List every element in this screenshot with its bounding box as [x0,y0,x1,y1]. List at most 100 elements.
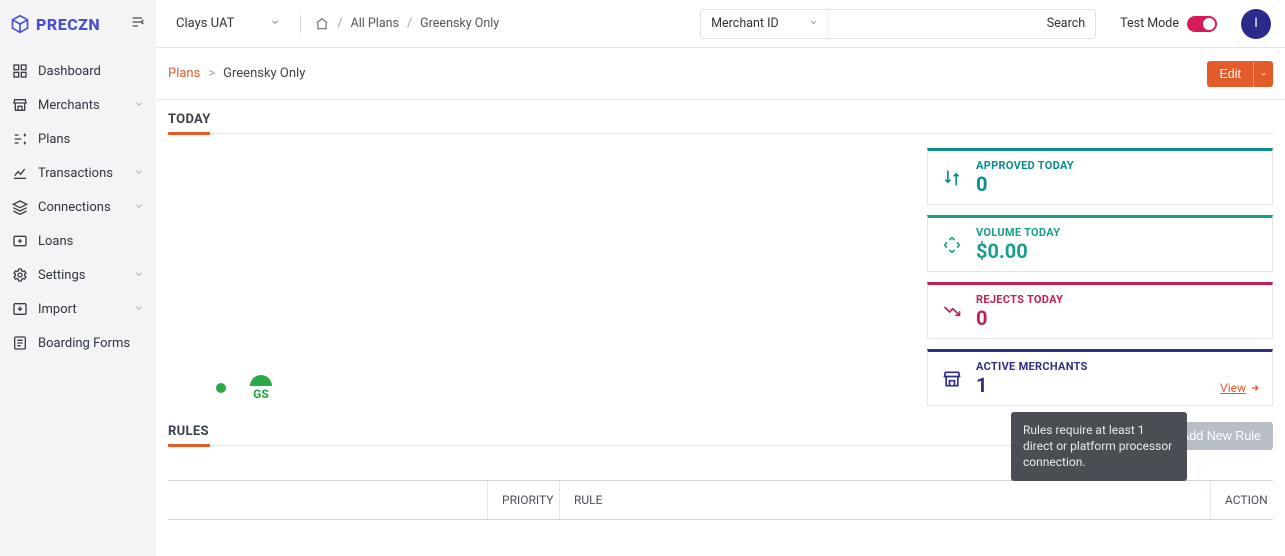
chevron-down-icon [1260,70,1267,78]
rules-col-priority: PRIORITY [488,481,560,519]
legend-dot-icon [216,383,226,393]
card-value: 0 [976,172,1074,196]
sidebar-item-settings[interactable]: Settings [0,258,156,292]
chevron-down-icon [270,16,280,31]
chevron-down-icon [809,16,818,31]
card-value: 1 [976,373,1088,397]
search-button[interactable]: Search [1037,16,1095,31]
test-mode-label: Test Mode [1120,16,1179,31]
sidebar-item-loans[interactable]: Loans [0,224,156,258]
card-label: APPROVED TODAY [976,159,1074,172]
card-active-merchants: ACTIVE MERCHANTS 1 View [927,349,1273,406]
sidebar-item-label: Connections [38,200,111,215]
page-breadcrumb: Plans > Greensky Only [168,66,305,81]
gs-text: GS [253,388,269,400]
sidebar-item-connections[interactable]: Connections [0,190,156,224]
gear-icon [12,267,28,283]
breadcrumb-current: Greensky Only [223,66,305,81]
brand-text: PRECZN [36,15,100,34]
chevron-down-icon [134,302,144,317]
store-icon [942,369,962,389]
global-search: Merchant ID Search [700,9,1096,39]
sidebar-item-transactions[interactable]: Transactions [0,156,156,190]
edit-dropdown-button[interactable] [1253,61,1273,87]
search-input[interactable] [829,10,1037,38]
sidebar-item-label: Boarding Forms [38,336,130,351]
sidebar-item-label: Transactions [38,166,113,181]
edit-button[interactable]: Edit [1207,61,1253,87]
sidebar-item-label: Loans [38,234,73,249]
view-merchants-link[interactable]: View [1220,381,1260,395]
sidebar-item-import[interactable]: Import [0,292,156,326]
content: Plans > Greensky Only Edit TODAY [156,48,1285,556]
brand-logo[interactable]: PRECZN [10,14,100,34]
sidebar-item-label: Dashboard [38,64,101,79]
import-icon [12,301,28,317]
card-approved-today: APPROVED TODAY 0 [927,148,1273,205]
rules-col-rule: RULE [560,481,1211,519]
today-cards: APPROVED TODAY 0 VOLUME TODAY $0.00 [927,148,1273,406]
breadcrumb-sep: / [337,16,342,31]
search-criteria-select[interactable]: Merchant ID [701,10,829,38]
plans-icon [12,131,28,147]
breadcrumb-plans-link[interactable]: Plans [168,66,200,81]
card-label: REJECTS TODAY [976,293,1063,306]
swap-arrows-icon [942,168,962,188]
chevron-down-icon [134,200,144,215]
gs-arc-icon [250,375,272,386]
chevron-down-icon [134,98,144,113]
form-icon [12,335,28,351]
breadcrumb-current: Greensky Only [420,16,499,31]
sidebar-header: PRECZN [0,0,156,48]
breadcrumb-sep: / [407,16,412,31]
sidebar-item-boarding-forms[interactable]: Boarding Forms [0,326,156,360]
view-label: View [1220,381,1246,395]
test-mode: Test Mode [1120,16,1217,32]
sidebar-item-label: Import [38,302,77,317]
store-icon [12,97,28,113]
test-mode-toggle[interactable] [1187,16,1217,32]
home-icon[interactable] [315,17,329,31]
search-criteria-label: Merchant ID [711,16,779,31]
sidebar: PRECZN Dashboard Merchants Plans [0,0,156,556]
sidebar-collapse-button[interactable] [130,14,146,34]
rules-col-spacer [168,481,488,519]
rules-table-header: PRIORITY RULE ACTION [168,480,1273,520]
avatar[interactable]: I [1241,9,1271,39]
chevron-down-icon [134,166,144,181]
topbar: Clays UAT / All Plans / Greensky Only Me… [156,0,1285,48]
chart-legend: GS [216,375,272,400]
breadcrumb-sep: > [208,66,215,81]
sidebar-item-label: Merchants [38,98,100,113]
loans-icon [12,233,28,249]
breadcrumb-all-plans[interactable]: All Plans [351,16,399,31]
rules-title: RULES [168,424,209,445]
card-value: $0.00 [976,239,1060,263]
sidebar-nav: Dashboard Merchants Plans Transactions C… [0,48,156,366]
logo-icon [10,14,30,34]
today-chart-area: GS [168,148,911,406]
divider [300,15,301,33]
rules-col-action: ACTION [1211,481,1273,519]
today-section: TODAY GS [156,100,1285,532]
environment-selected: Clays UAT [176,16,234,31]
page-header: Plans > Greensky Only Edit [156,48,1285,100]
sidebar-item-label: Settings [38,268,85,283]
avatar-initial: I [1254,16,1258,31]
card-value: 0 [976,306,1063,330]
trend-down-icon [942,302,962,322]
expand-arrows-icon [942,235,962,255]
arrow-right-icon [1250,383,1260,393]
dashboard-icon [12,63,28,79]
environment-selector[interactable]: Clays UAT [170,12,286,35]
card-label: VOLUME TODAY [976,226,1060,239]
sidebar-item-merchants[interactable]: Merchants [0,88,156,122]
add-rule-tooltip: Rules require at least 1 direct or platf… [1011,412,1187,481]
sidebar-item-dashboard[interactable]: Dashboard [0,54,156,88]
sidebar-item-plans[interactable]: Plans [0,122,156,156]
sidebar-item-label: Plans [38,132,70,147]
card-volume-today: VOLUME TODAY $0.00 [927,215,1273,272]
main: Clays UAT / All Plans / Greensky Only Me… [156,0,1285,556]
edit-button-group: Edit [1207,61,1273,87]
rules-section: RULES Add New Rule Rules require at leas… [168,424,1273,520]
